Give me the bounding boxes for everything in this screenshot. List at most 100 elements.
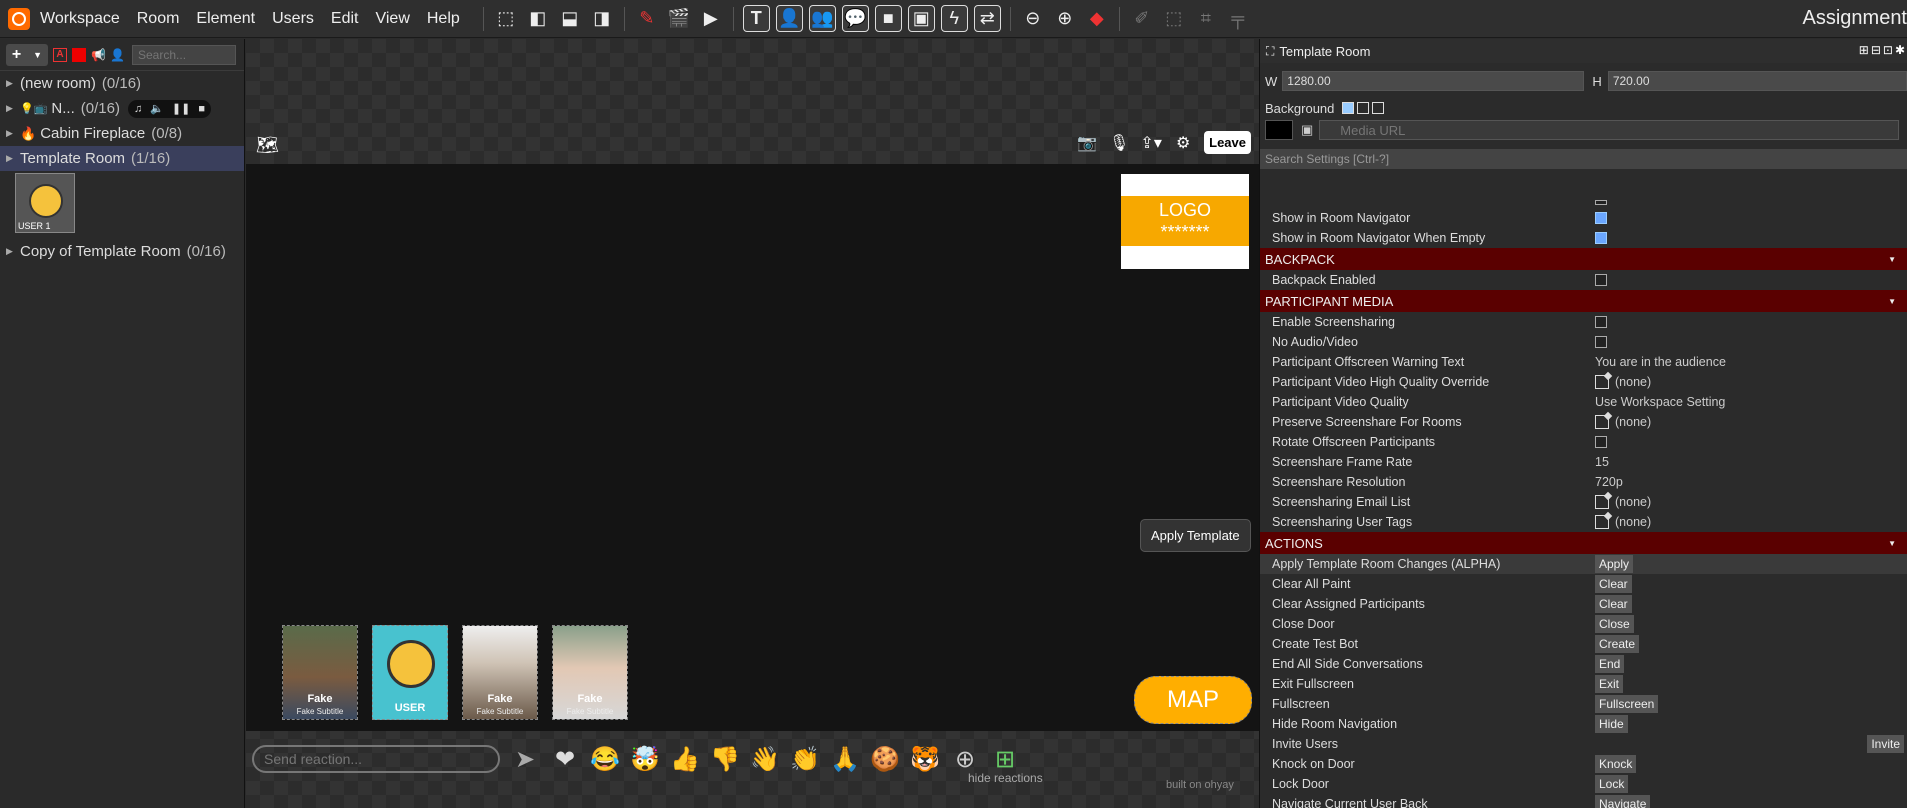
edit-mode-icon[interactable]: ✎ — [634, 6, 660, 32]
setting-edit-value[interactable]: (none) — [1595, 515, 1651, 529]
setting-value[interactable]: 15 — [1595, 455, 1609, 469]
setting-value[interactable]: Use Workspace Setting — [1595, 395, 1725, 409]
media-url-input[interactable] — [1319, 120, 1900, 140]
play-icon[interactable]: ▶ — [698, 6, 724, 32]
menu-users[interactable]: Users — [272, 10, 314, 28]
section-participant-media[interactable]: PARTICIPANT MEDIA ▼ — [1260, 290, 1907, 312]
room-item-n[interactable]: ▶ 💡📺 N... (0/16) ♫ 🔈 ❚❚ ■ — [0, 96, 244, 121]
participant-tile-user[interactable]: USER — [372, 625, 448, 720]
section-backpack[interactable]: BACKPACK ▼ — [1260, 248, 1907, 270]
logo-element[interactable]: LOGO ******* — [1121, 174, 1249, 269]
map-pin-icon[interactable]: 🗺 — [256, 135, 279, 155]
laughing-emoji-icon[interactable]: 😂 — [590, 744, 620, 774]
map-button[interactable]: MAP — [1134, 676, 1252, 724]
room-item-cabin-fireplace[interactable]: ▶ 🔥 Cabin Fireplace (0/8) — [0, 121, 244, 146]
setting-checkbox[interactable] — [1595, 436, 1607, 448]
reaction-input[interactable] — [252, 745, 500, 773]
eraser-icon[interactable]: ◆ — [1084, 6, 1110, 32]
mic-off-icon[interactable]: 🎙 — [1108, 132, 1130, 154]
bg-mode-fill-icon[interactable] — [1342, 102, 1355, 114]
custom-reaction-icon[interactable]: ⊞ — [990, 744, 1020, 774]
heart-emoji-icon[interactable]: ❤ — [550, 744, 580, 774]
collapse-caret-icon[interactable]: ▼ — [1888, 255, 1896, 264]
mind-blown-emoji-icon[interactable]: 🤯 — [630, 744, 660, 774]
send-icon[interactable]: ➤ — [510, 744, 540, 774]
user-avatar-tile[interactable]: USER 1 — [15, 173, 75, 233]
camera-off-icon[interactable]: 📷 — [1076, 132, 1098, 154]
room-item-template-room[interactable]: ▶ Template Room (1/16) — [0, 146, 244, 171]
section-actions[interactable]: ACTIONS ▼ — [1260, 532, 1907, 554]
shuffle-element-icon[interactable]: ⇄ — [973, 5, 1001, 32]
layout-right-icon[interactable]: ◨ — [589, 6, 615, 32]
participant-tile[interactable]: Fake Fake Subtitle — [552, 625, 628, 720]
menu-workspace[interactable]: Workspace — [40, 10, 120, 28]
text-element-icon[interactable]: T — [742, 5, 770, 32]
volume-icon[interactable]: 🔈 — [150, 102, 164, 115]
zoom-out-icon[interactable]: ⊖ — [1020, 6, 1046, 32]
setting-checkbox[interactable] — [1595, 199, 1607, 205]
edit-icon[interactable] — [1595, 375, 1609, 389]
setting-checkbox[interactable] — [1595, 336, 1607, 348]
collapse-caret-icon[interactable]: ▼ — [1888, 297, 1896, 306]
thumbs-down-emoji-icon[interactable]: 👎 — [710, 744, 740, 774]
layout-bottom-icon[interactable]: ⬓ — [557, 6, 583, 32]
expand-arrow-icon[interactable]: ▶ — [6, 78, 20, 89]
leave-button[interactable]: Leave — [1204, 131, 1251, 154]
action-button-close[interactable]: Close — [1595, 615, 1634, 633]
expand-arrow-icon[interactable]: ▶ — [6, 128, 20, 139]
action-button-clear[interactable]: Clear — [1595, 575, 1632, 593]
setting-checkbox[interactable] — [1595, 274, 1607, 286]
room-item-new-room[interactable]: ▶ (new room) (0/16) — [0, 71, 244, 96]
settings-search-input[interactable]: Search Settings [Ctrl-?] — [1260, 149, 1907, 169]
menu-room[interactable]: Room — [137, 10, 180, 28]
panel-window-controls-icon[interactable]: ⊞⊟⊡✱ — [1859, 43, 1907, 57]
app-logo-icon[interactable] — [8, 7, 30, 30]
action-button-create[interactable]: Create — [1595, 635, 1640, 653]
megaphone-icon[interactable]: 📢 — [91, 48, 106, 62]
action-button-navigate[interactable]: Navigate — [1595, 795, 1651, 808]
action-button-clear[interactable]: Clear — [1595, 595, 1632, 613]
tiger-emoji-icon[interactable]: 🐯 — [910, 744, 940, 774]
menu-view[interactable]: View — [375, 10, 409, 28]
pen-icon[interactable]: ✐ — [1129, 6, 1155, 32]
setting-edit-value[interactable]: (none) — [1595, 375, 1651, 389]
text-red-icon[interactable]: A — [53, 47, 67, 62]
music-note-icon[interactable]: ♫ — [134, 103, 142, 115]
background-color-swatch[interactable] — [1265, 120, 1293, 140]
action-button-hide[interactable]: Hide — [1595, 715, 1628, 733]
pause-icon[interactable]: ❚❚ — [172, 102, 190, 115]
action-button-fullscreen[interactable]: Fullscreen — [1595, 695, 1659, 713]
menu-element[interactable]: Element — [196, 10, 255, 28]
action-button-exit[interactable]: Exit — [1595, 675, 1624, 693]
participant-tile[interactable]: Fake Fake Subtitle — [462, 625, 538, 720]
width-input[interactable] — [1282, 71, 1585, 91]
setting-edit-value[interactable]: (none) — [1595, 495, 1651, 509]
transform-icon[interactable]: ⬚ — [1161, 6, 1187, 32]
edit-icon[interactable] — [1595, 515, 1609, 529]
edit-icon[interactable] — [1595, 415, 1609, 429]
expand-arrow-icon[interactable]: ▶ — [6, 153, 20, 164]
clapper-icon[interactable]: 🎬 — [666, 6, 692, 32]
action-button-apply[interactable]: Apply — [1595, 555, 1634, 573]
bg-mode-fit-icon[interactable] — [1357, 102, 1370, 114]
layout-left-icon[interactable]: ◧ — [525, 6, 551, 32]
stop-icon[interactable]: ■ — [198, 103, 205, 115]
user-badge-icon[interactable]: 👤 — [110, 48, 125, 62]
setting-value[interactable]: 720p — [1595, 475, 1623, 489]
zoom-in-icon[interactable]: ⊕ — [1052, 6, 1078, 32]
pray-emoji-icon[interactable]: 🙏 — [830, 744, 860, 774]
video-element-icon[interactable]: ■ — [874, 5, 902, 32]
action-button-knock[interactable]: Knock — [1595, 755, 1637, 773]
menu-edit[interactable]: Edit — [331, 10, 359, 28]
user-element-icon[interactable]: 👤 — [775, 5, 803, 32]
edit-icon[interactable] — [1595, 495, 1609, 509]
share-up-icon[interactable]: ⇪▾ — [1140, 132, 1162, 154]
add-room-button[interactable]: + ▼ — [6, 43, 48, 66]
setting-checkbox[interactable] — [1595, 212, 1607, 224]
image-icon[interactable]: ▣ — [1301, 122, 1313, 138]
expand-arrow-icon[interactable]: ▶ — [6, 103, 20, 114]
setting-checkbox[interactable] — [1595, 232, 1607, 244]
hide-reactions-link[interactable]: hide reactions — [968, 771, 1043, 785]
red-square-icon[interactable] — [72, 47, 86, 62]
setting-edit-value[interactable]: (none) — [1595, 415, 1651, 429]
